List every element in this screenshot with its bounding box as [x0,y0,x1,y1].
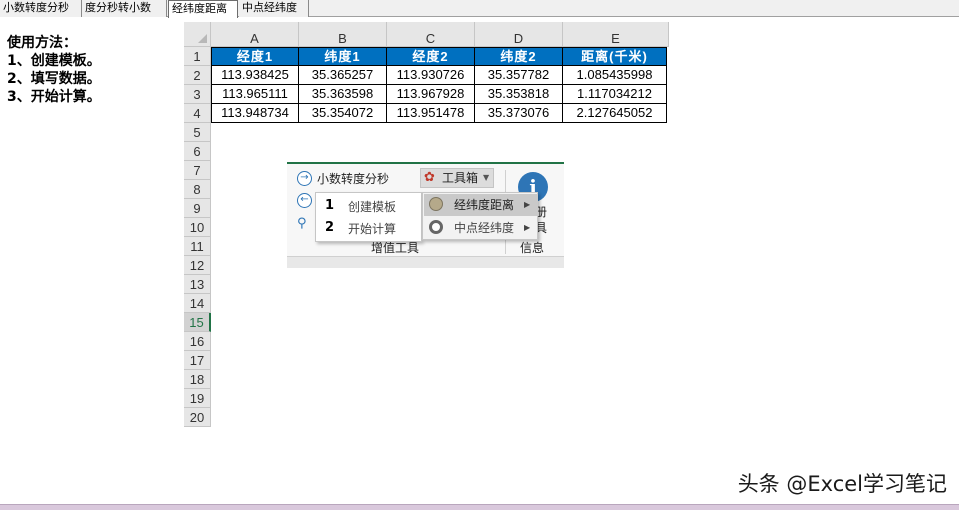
column-header-e[interactable]: E [563,22,669,47]
table-cell[interactable]: 35.354072 [299,104,387,123]
tab-distance[interactable]: 经纬度距离 [168,0,238,18]
menu-item-label: 创建模板 [348,200,397,214]
menu-item-distance[interactable]: 经纬度距离 ▶ [424,194,538,216]
instruction-step-2: 2、填写数据。 [7,71,101,87]
tab-dms-to-decimal[interactable]: 度分秒转小数 [82,0,167,17]
toolbox-button[interactable]: ✿ 工具箱 ▼ [420,168,494,188]
table-header-cell[interactable]: 经度2 [387,47,475,66]
row-header[interactable]: 17 [184,351,211,370]
table-cell[interactable]: 35.373076 [475,104,563,123]
ribbon-footer-strip [287,256,564,268]
menu-item-midpoint[interactable]: 中点经纬度 ▶ [424,217,538,239]
tab-decimal-to-dms[interactable]: 小数转度分秒 [0,0,82,17]
row-header[interactable]: 14 [184,294,211,313]
tab-midpoint[interactable]: 中点经纬度 [239,0,309,17]
row-header[interactable]: 1 [184,47,211,66]
ribbon-menu-screenshot: → 小数转度分秒 ← ⚲ ✿ 工具箱 ▼ i 册 具 增值工具 信息 1 创建模… [287,162,564,268]
table-cell[interactable]: 35.363598 [299,85,387,104]
menu-item-start-calc[interactable]: 2 开始计算 [316,218,421,238]
decimal-to-dms-button[interactable]: 小数转度分秒 [317,171,389,187]
watermark: 头条 @Excel学习笔记 [737,472,947,496]
column-header-d[interactable]: D [475,22,563,47]
table-header-cell[interactable]: 经度1 [211,47,299,66]
instructions-title: 使用方法： [7,35,77,51]
row-header-selected[interactable]: 15 [184,313,211,332]
table-cell[interactable]: 35.365257 [299,66,387,85]
fox-icon: ✿ [424,170,435,185]
table-header-cell[interactable]: 纬度2 [475,47,563,66]
sheet-tab-strip: 小数转度分秒 度分秒转小数 经纬度距离 中点经纬度 [0,0,959,18]
instruction-step-3: 3、开始计算。 [7,89,101,105]
row-header[interactable]: 7 [184,161,211,180]
table-header-cell[interactable]: 距离(千米) [563,47,667,66]
row-header[interactable]: 4 [184,104,211,123]
column-header-c[interactable]: C [387,22,475,47]
row-header[interactable]: 2 [184,66,211,85]
instruction-step-1: 1、创建模板。 [7,53,101,69]
template-menu: 1 创建模板 2 开始计算 [315,192,422,242]
row-header[interactable]: 8 [184,180,211,199]
table-cell[interactable]: 35.357782 [475,66,563,85]
row-header[interactable]: 20 [184,408,211,427]
chevron-right-icon: ▶ [524,200,531,209]
search-icon: ⚲ [297,216,307,231]
table-cell[interactable]: 113.951478 [387,104,475,123]
table-header-cell[interactable]: 纬度1 [299,47,387,66]
column-header-b[interactable]: B [299,22,387,47]
row-header[interactable]: 3 [184,85,211,104]
row-header[interactable]: 10 [184,218,211,237]
group-label: 增值工具 [371,241,420,255]
toolbox-label: 工具箱 [442,171,479,185]
row-header[interactable]: 12 [184,256,211,275]
ribbon-accent-line [287,162,564,164]
row-header[interactable]: 9 [184,199,211,218]
menu-item-number: 1 [325,198,335,213]
table-cell[interactable]: 113.930726 [387,66,475,85]
row-header[interactable]: 13 [184,275,211,294]
arrow-left-icon: ← [297,193,312,208]
chevron-right-icon: ▶ [524,223,531,232]
target-icon [429,220,443,234]
info-group-label: 信息 [520,241,545,255]
select-all-corner[interactable] [184,22,211,47]
window-bottom-border [0,504,959,510]
column-header-a[interactable]: A [211,22,299,47]
row-header[interactable]: 19 [184,389,211,408]
table-cell[interactable]: 113.967928 [387,85,475,104]
table-cell[interactable]: 113.965111 [211,85,299,104]
row-header[interactable]: 16 [184,332,211,351]
table-cell[interactable]: 35.353818 [475,85,563,104]
menu-item-number: 2 [325,220,335,235]
leaf-icon [429,197,443,211]
table-cell[interactable]: 1.117034212 [563,85,667,104]
table-cell[interactable]: 113.938425 [211,66,299,85]
menu-item-label: 开始计算 [348,222,397,236]
row-header[interactable]: 11 [184,237,211,256]
menu-item-create-template[interactable]: 1 创建模板 [316,196,421,216]
row-header[interactable]: 6 [184,142,211,161]
row-header[interactable]: 18 [184,370,211,389]
toolbox-menu: 经纬度距离 ▶ 中点经纬度 ▶ [422,192,538,240]
chevron-down-icon: ▼ [483,173,490,182]
menu-item-label: 中点经纬度 [454,221,515,235]
table-cell[interactable]: 2.127645052 [563,104,667,123]
table-cell[interactable]: 1.085435998 [563,66,667,85]
menu-item-label: 经纬度距离 [454,198,515,212]
arrow-right-icon: → [297,171,312,186]
row-header[interactable]: 5 [184,123,211,142]
table-cell[interactable]: 113.948734 [211,104,299,123]
